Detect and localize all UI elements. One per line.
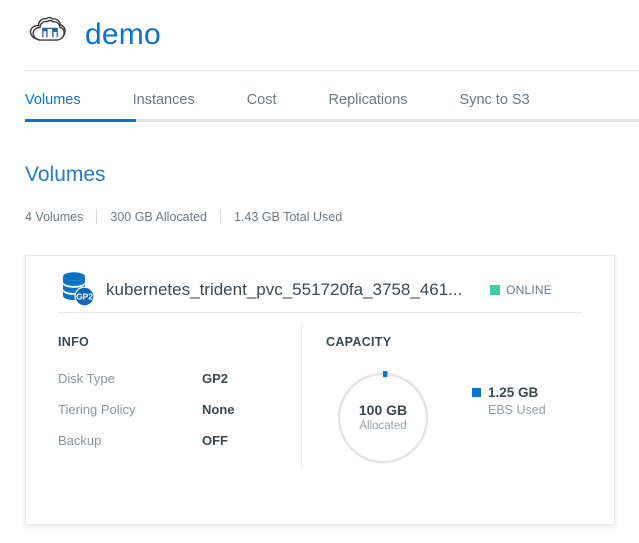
volumes-section: Volumes 4 Volumes 300 GB Allocated 1.43 … [0,122,639,224]
capacity-donut-chart: 100 GB Allocated [336,371,430,465]
capacity-heading: CAPACITY [326,335,392,349]
capacity-panel: CAPACITY 100 GB Allocated 1.25 GB EBS Us… [302,313,614,493]
info-row-disk-type: Disk Type GP2 [58,371,301,386]
volume-card[interactable]: GP2 kubernetes_trident_pvc_551720fa_3758… [25,255,615,525]
section-title: Volumes [25,163,106,186]
legend-label: EBS Used [488,403,546,417]
tab-replications[interactable]: Replications [329,92,408,120]
volume-card-body: INFO Disk Type GP2 Tiering Policy None B… [26,313,614,493]
svg-text:GP2: GP2 [76,291,93,301]
cloud-manager-icon [25,15,71,55]
tab-cost[interactable]: Cost [247,92,277,120]
status-badge: ONLINE [490,283,552,297]
tab-sync-to-s3[interactable]: Sync to S3 [460,92,530,120]
tab-instances[interactable]: Instances [133,92,195,120]
volume-name: kubernetes_trident_pvc_551720fa_3758_461… [106,279,463,299]
info-row-tiering-policy: Tiering Policy None [58,402,301,417]
info-label: Backup [58,433,102,448]
stat-volume-count: 4 Volumes [25,209,84,224]
info-value: OFF [202,433,228,448]
tab-list: Volumes Instances Cost Replications Sync… [25,71,639,119]
stat-divider [219,209,221,224]
page-title: demo [85,18,161,51]
tab-bar: Volumes Instances Cost Replications Sync… [0,71,639,122]
tab-baseline [25,119,639,122]
legend-swatch-icon [472,388,481,397]
legend-row: 1.25 GB [472,385,546,400]
active-tab-indicator [25,119,136,122]
volume-card-header: GP2 kubernetes_trident_pvc_551720fa_3758… [26,256,614,306]
tab-volumes[interactable]: Volumes [25,92,81,120]
capacity-legend: 1.25 GB EBS Used [472,385,546,417]
donut-value: 100 GB [358,401,408,418]
status-label: ONLINE [506,282,552,297]
info-panel: INFO Disk Type GP2 Tiering Policy None B… [26,313,301,493]
app-header: demo [0,0,639,70]
info-value: GP2 [202,371,229,386]
stat-divider [96,209,98,224]
legend-value: 1.25 GB [488,385,539,400]
info-row-backup: Backup OFF [58,433,301,448]
info-value: None [202,402,235,417]
donut-label: Allocated [359,420,407,433]
info-heading: INFO [58,335,90,349]
database-disk-icon: GP2 [58,270,96,308]
stat-total-used: 1.43 GB Total Used [233,209,343,224]
donut-center-text: 100 GB Allocated [336,371,430,465]
capacity-content: 100 GB Allocated 1.25 GB EBS Used [326,371,614,465]
info-label: Tiering Policy [58,402,136,417]
status-indicator-icon [490,284,501,295]
volumes-summary-stats: 4 Volumes 300 GB Allocated 1.43 GB Total… [25,209,639,224]
stat-allocated: 300 GB Allocated [110,209,207,224]
info-label: Disk Type [58,371,115,386]
